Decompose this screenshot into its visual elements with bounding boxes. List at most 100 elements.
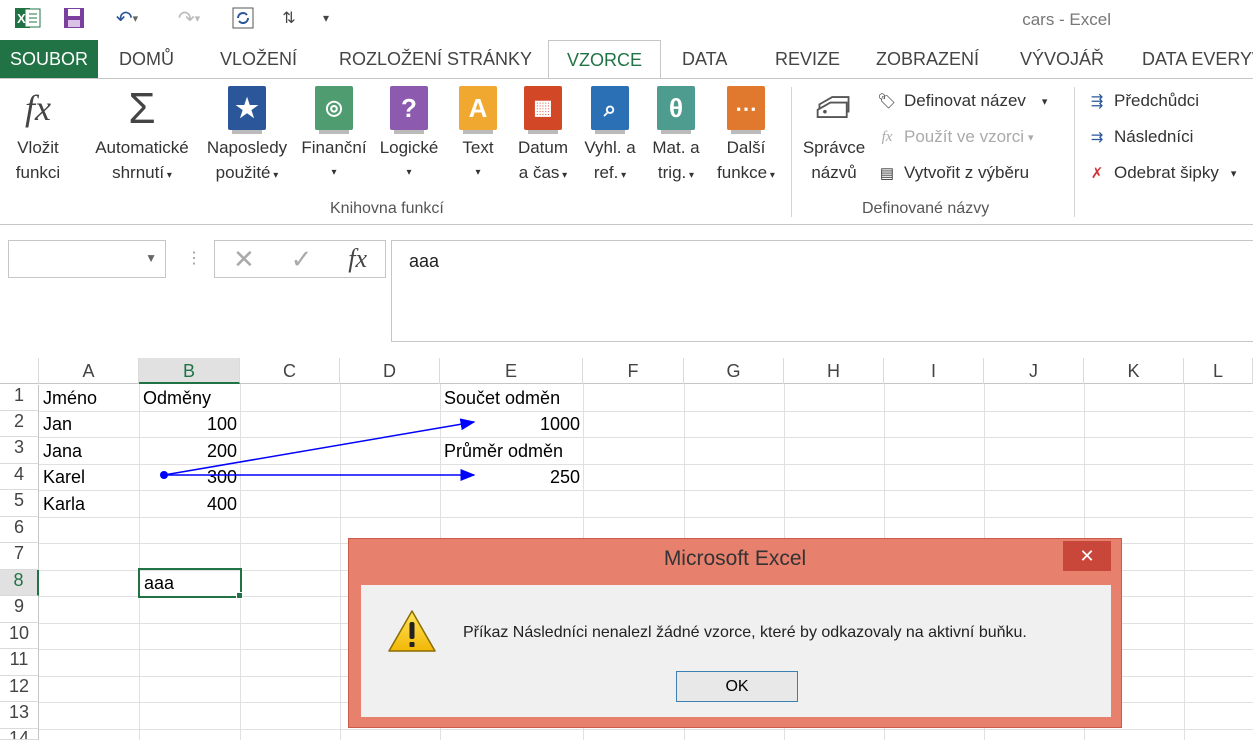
tab-insert[interactable]: VLOŽENÍ: [220, 40, 297, 78]
customize-qat-icon[interactable]: ▾: [316, 6, 336, 30]
formula-tools: ✕ ✓ fx: [214, 240, 386, 278]
group-separator: [1074, 87, 1075, 217]
cell-a2[interactable]: Jan: [40, 411, 139, 437]
tab-developer[interactable]: VÝVOJÁŘ: [1020, 40, 1104, 78]
insert-function-button[interactable]: fx Vložit funkci: [4, 85, 72, 185]
question-book-icon: ?: [390, 86, 428, 134]
tab-data[interactable]: DATA: [682, 40, 727, 78]
cell-b3[interactable]: 200: [140, 438, 240, 464]
cell-a3[interactable]: Jana: [40, 438, 139, 464]
row-header-9[interactable]: 9: [0, 596, 39, 623]
date-time-button[interactable]: ▦ Datum a čas ▾: [512, 85, 574, 188]
name-manager-button[interactable]: Správce názvů: [798, 85, 870, 185]
row-header-2[interactable]: 2: [0, 411, 39, 437]
column-header-k[interactable]: K: [1084, 358, 1184, 384]
tab-view[interactable]: ZOBRAZENÍ: [876, 40, 979, 78]
row-header-8[interactable]: 8: [0, 570, 39, 596]
more-functions-button[interactable]: ⋯ Další funkce ▾: [710, 85, 782, 188]
group-separator: [791, 87, 792, 217]
cell-a4[interactable]: Karel: [40, 464, 139, 490]
sort-icon[interactable]: ⇅: [272, 6, 306, 30]
gridline: [39, 517, 1253, 518]
column-header-j[interactable]: J: [984, 358, 1084, 384]
cancel-icon[interactable]: ✕: [233, 244, 255, 275]
logical-button[interactable]: ? Logické ▾: [374, 85, 444, 185]
use-in-formula-button[interactable]: fx Použít ve vzorci ▾: [876, 127, 1034, 147]
refresh-icon[interactable]: [228, 6, 258, 30]
column-header-c[interactable]: C: [240, 358, 340, 384]
fill-handle[interactable]: [236, 592, 243, 599]
row-header-4[interactable]: 4: [0, 464, 39, 490]
text-button[interactable]: A Text ▾: [450, 85, 506, 185]
active-cell-border: [138, 568, 242, 598]
save-icon[interactable]: [60, 6, 88, 30]
trace-dependents-button[interactable]: ⇉ Následníci: [1086, 127, 1194, 147]
column-headers: A B C D E F G H I J K L: [0, 358, 1253, 384]
autosum-button[interactable]: Σ Automatické shrnutí ▾: [88, 85, 196, 188]
tag-icon: 🏷: [877, 93, 897, 110]
insert-function-icon[interactable]: fx: [348, 244, 367, 274]
ribbon: fx Vložit funkci Σ Automatické shrnutí ▾…: [0, 78, 1253, 225]
cell-e3[interactable]: Průměr odměn: [441, 438, 583, 464]
column-header-h[interactable]: H: [784, 358, 884, 384]
tab-data-everywhere[interactable]: DATA EVERYW: [1142, 40, 1253, 78]
warning-icon: [387, 609, 437, 658]
text-book-icon: A: [459, 86, 497, 134]
column-header-i[interactable]: I: [884, 358, 984, 384]
row-header-10[interactable]: 10: [0, 623, 39, 649]
tab-review[interactable]: REVIZE: [775, 40, 840, 78]
name-box[interactable]: ▼: [8, 240, 166, 278]
cell-b5[interactable]: 400: [140, 491, 240, 517]
lookup-reference-button[interactable]: ⌕ Vyhl. a ref. ▾: [578, 85, 642, 188]
excel-logo-icon: X: [14, 6, 42, 30]
select-all-corner[interactable]: [0, 358, 39, 384]
math-trig-button[interactable]: θ Mat. a trig. ▾: [646, 85, 706, 188]
cell-b1[interactable]: Odměny: [140, 385, 240, 411]
row-header-1[interactable]: 1: [0, 385, 39, 411]
row-header-13[interactable]: 13: [0, 702, 39, 729]
row-header-12[interactable]: 12: [0, 676, 39, 702]
tab-file[interactable]: SOUBOR: [0, 40, 99, 78]
enter-check-icon[interactable]: ✓: [291, 244, 313, 275]
create-from-selection-button[interactable]: ▤ Vytvořit z výběru: [876, 163, 1029, 183]
title-bar: X ↶ ▾ ↷ ▾ ⇅ ▾ cars - Excel: [0, 0, 1253, 40]
column-header-g[interactable]: G: [684, 358, 784, 384]
column-header-b[interactable]: B: [139, 358, 240, 384]
cell-a5[interactable]: Karla: [40, 491, 139, 517]
column-header-e[interactable]: E: [440, 358, 583, 384]
cell-b2[interactable]: 100: [140, 411, 240, 437]
remove-arrows-button[interactable]: ✗ Odebrat šipky ▾: [1086, 163, 1237, 183]
tab-formulas[interactable]: VZORCE: [548, 40, 662, 80]
cell-a1[interactable]: Jméno: [40, 385, 139, 411]
row-header-3[interactable]: 3: [0, 437, 39, 464]
undo-icon[interactable]: ↶ ▾: [104, 6, 150, 30]
financial-button[interactable]: ◎ Finanční ▾: [298, 85, 370, 185]
recently-used-button[interactable]: ★ Naposledy použité ▾: [202, 85, 292, 188]
column-header-l[interactable]: L: [1184, 358, 1253, 384]
row-header-14[interactable]: 14: [0, 729, 39, 740]
ellipsis-book-icon: ⋯: [727, 86, 765, 134]
trace-precedents-button[interactable]: ⇶ Předchůdci: [1086, 91, 1199, 111]
row-header-11[interactable]: 11: [0, 649, 39, 676]
formula-input[interactable]: aaa: [391, 240, 1253, 342]
cell-e4[interactable]: 250: [441, 464, 583, 490]
cell-e1[interactable]: Součet odměn: [441, 385, 583, 411]
cell-e2[interactable]: 1000: [441, 411, 583, 437]
ok-button[interactable]: OK: [676, 671, 798, 702]
define-name-button[interactable]: 🏷 Definovat název ▾: [876, 91, 1047, 111]
tab-home[interactable]: DOMŮ: [119, 40, 174, 78]
close-icon[interactable]: ✕: [1063, 541, 1111, 571]
cell-b4[interactable]: 300: [140, 464, 240, 490]
tab-page-layout[interactable]: ROZLOŽENÍ STRÁNKY: [339, 40, 532, 78]
row-header-6[interactable]: 6: [0, 517, 39, 543]
group-label-function-library: Knihovna funkcí: [330, 200, 444, 217]
column-header-f[interactable]: F: [583, 358, 684, 384]
redo-icon[interactable]: ↷ ▾: [166, 6, 212, 30]
row-header-5[interactable]: 5: [0, 490, 39, 517]
chevron-down-icon[interactable]: ▼: [145, 251, 157, 265]
row-header-7[interactable]: 7: [0, 543, 39, 570]
column-header-a[interactable]: A: [39, 358, 139, 384]
calendar-book-icon: ▦: [524, 86, 562, 134]
trace-precedents-icon: ⇶: [1090, 93, 1104, 110]
column-header-d[interactable]: D: [340, 358, 440, 384]
